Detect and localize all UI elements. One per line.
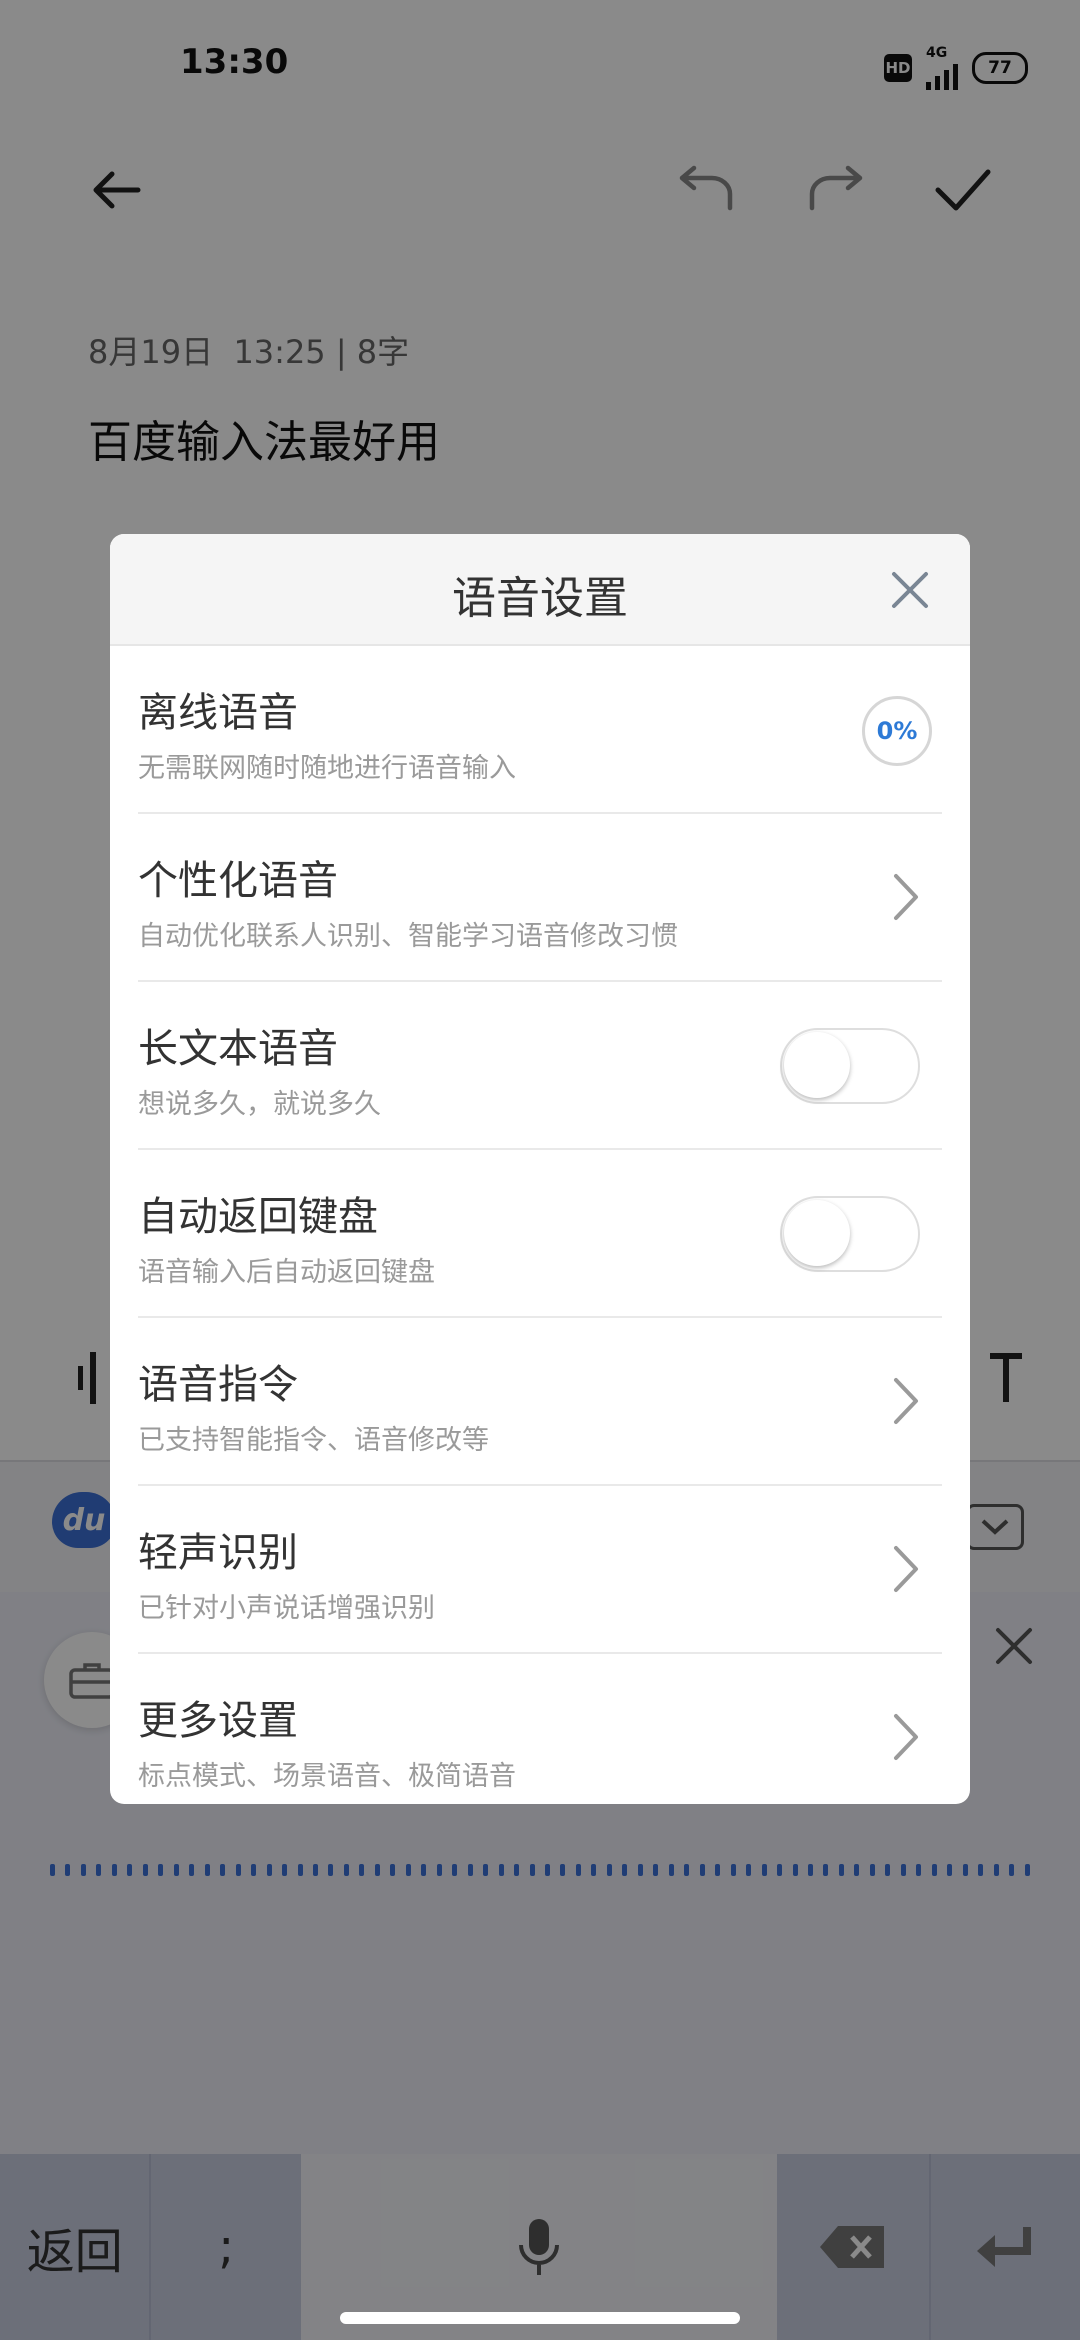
setting-personalized-voice[interactable]: 个性化语音 自动优化联系人识别、智能学习语音修改习惯 [138,814,942,982]
dialog-header: 语音设置 [110,534,970,646]
setting-auto-return-keyboard: 自动返回键盘 语音输入后自动返回键盘 [138,1150,942,1318]
setting-more-settings[interactable]: 更多设置 标点模式、场景语音、极简语音 [138,1654,942,1804]
home-indicator[interactable] [340,2312,740,2324]
toggle-knob [784,1032,850,1098]
chevron-right-icon [894,1546,918,1592]
setting-subtitle: 无需联网随时随地进行语音输入 [138,753,516,784]
setting-voice-commands[interactable]: 语音指令 已支持智能指令、语音修改等 [138,1318,942,1486]
download-progress-indicator[interactable]: 0% [862,696,932,766]
setting-subtitle: 语音输入后自动返回键盘 [138,1257,435,1288]
setting-title: 轻声识别 [138,1530,298,1576]
chevron-right-icon [894,874,918,920]
setting-title: 语音指令 [138,1362,298,1408]
setting-long-text-voice: 长文本语音 想说多久，就说多久 [138,982,942,1150]
setting-subtitle: 已支持智能指令、语音修改等 [138,1425,489,1456]
setting-title: 自动返回键盘 [138,1194,378,1240]
chevron-right-icon [894,1714,918,1760]
setting-subtitle: 自动优化联系人识别、智能学习语音修改习惯 [138,921,678,952]
setting-title: 更多设置 [138,1698,298,1744]
dialog-title: 语音设置 [452,573,628,624]
setting-subtitle: 想说多久，就说多久 [138,1089,381,1120]
setting-whisper-recognition[interactable]: 轻声识别 已针对小声说话增强识别 [138,1486,942,1654]
setting-title: 个性化语音 [138,858,338,904]
toggle-knob [784,1200,850,1266]
voice-settings-dialog: 语音设置 离线语音 无需联网随时随地进行语音输入 0% 个性化语音 自动优化联系… [110,534,970,1804]
auto-return-keyboard-toggle[interactable] [780,1196,920,1272]
setting-subtitle: 已针对小声说话增强识别 [138,1593,435,1624]
setting-title: 离线语音 [138,690,298,736]
setting-offline-voice[interactable]: 离线语音 无需联网随时随地进行语音输入 0% [138,646,942,814]
setting-title: 长文本语音 [138,1026,338,1072]
chevron-right-icon [894,1378,918,1424]
long-text-voice-toggle[interactable] [780,1028,920,1104]
dialog-close-icon[interactable] [876,556,944,624]
setting-subtitle: 标点模式、场景语音、极简语音 [138,1761,516,1792]
